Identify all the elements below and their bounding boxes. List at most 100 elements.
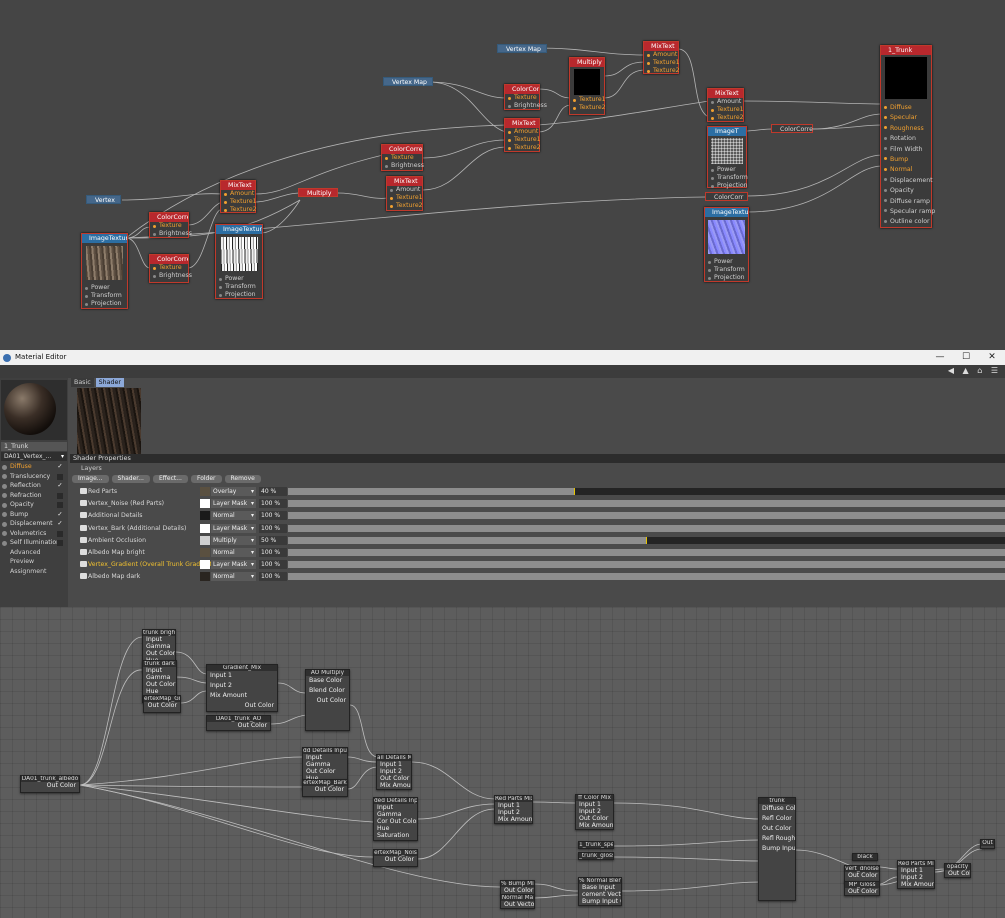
opacity-slider[interactable] bbox=[288, 549, 1005, 556]
port[interactable]: Brightness bbox=[382, 162, 424, 170]
node-port[interactable]: Refl Rough bbox=[759, 834, 795, 844]
mixtext-node-top[interactable]: MixText Amount Texture1 Texture2 bbox=[643, 41, 680, 75]
channel-checkbox[interactable] bbox=[57, 540, 63, 546]
imagetexture-node-mid[interactable]: ImageTexture Power Transform Projection bbox=[215, 224, 263, 299]
mixtext-node-d[interactable]: MixText Amount Texture1 Texture2 bbox=[386, 176, 423, 211]
node-port[interactable]: Gamma bbox=[303, 761, 347, 768]
port[interactable]: Opacity bbox=[881, 186, 931, 196]
vertex-map-node-1[interactable]: Vertex Map bbox=[497, 44, 547, 53]
node-trunk-main[interactable]: trunk Diffuse Col Refl Color Out Color Refl … bbox=[758, 797, 796, 901]
blend-mode-dropdown[interactable]: Layer Mask bbox=[211, 499, 256, 509]
node-bump-mix[interactable]: % Bump Mix Out Color bbox=[500, 880, 535, 895]
port[interactable]: Rotation bbox=[881, 134, 931, 144]
effect-button[interactable]: Effect... bbox=[152, 475, 188, 483]
layer-name[interactable]: Vertex_Noise (Red Parts) bbox=[88, 498, 164, 509]
port[interactable]: Texture2 bbox=[644, 67, 680, 75]
node-color-mix[interactable]: ff Color Mix Input 1 Input 2 Out Color Mix A… bbox=[575, 794, 614, 830]
port[interactable]: Power bbox=[216, 275, 262, 283]
port[interactable]: Brightness bbox=[150, 230, 192, 238]
node-port[interactable]: Out Color bbox=[374, 856, 417, 863]
remove-button[interactable]: Remove bbox=[224, 475, 261, 483]
opacity-slider[interactable] bbox=[288, 524, 1005, 532]
blend-mode-dropdown[interactable]: Layer Mask bbox=[211, 560, 256, 570]
colorcorre-node-a[interactable]: ColorCorre Texture Brightness bbox=[504, 84, 547, 110]
multiply-node-2[interactable]: Multiply bbox=[298, 188, 338, 197]
layer-swatch[interactable] bbox=[200, 523, 210, 533]
port[interactable]: Texture1 bbox=[221, 198, 257, 206]
port[interactable]: Texture bbox=[505, 94, 539, 102]
layer-row[interactable]: Albedo Map bright Normal100 % bbox=[78, 547, 1005, 558]
blend-mode-dropdown[interactable]: Layer Mask bbox=[211, 523, 256, 533]
blend-mode-dropdown[interactable]: Normal bbox=[211, 548, 256, 557]
node-vertex-bark[interactable]: ertexMap_Bark Out Color bbox=[302, 779, 348, 797]
channel-reflection[interactable]: Reflection ✓ bbox=[0, 481, 68, 491]
port[interactable]: Amount bbox=[644, 51, 678, 59]
layer-swatch[interactable] bbox=[200, 548, 210, 557]
node-port[interactable]: Out Color bbox=[845, 872, 879, 879]
opacity-field[interactable]: 100 % bbox=[259, 499, 287, 509]
node-port[interactable]: Out Color bbox=[759, 824, 795, 834]
layers-label[interactable]: Layers bbox=[72, 464, 102, 473]
port[interactable]: Projection bbox=[216, 291, 262, 299]
folder-button[interactable]: Folder bbox=[190, 475, 222, 483]
port[interactable]: Power bbox=[82, 284, 127, 292]
node-port[interactable]: Input bbox=[143, 667, 176, 674]
node-port[interactable]: Base Color bbox=[306, 676, 349, 686]
opacity-slider[interactable] bbox=[288, 573, 1005, 581]
material-name-field[interactable]: 1_Trunk bbox=[1, 442, 67, 451]
node-vertex-gradient[interactable]: ertexMap_GradOut Color bbox=[143, 695, 181, 713]
channel-translucency[interactable]: Translucency bbox=[0, 472, 68, 482]
node-port[interactable]: Input 2 bbox=[377, 768, 411, 775]
opacity-field[interactable]: 50 % bbox=[259, 535, 287, 545]
channel-checkbox[interactable]: ✓ bbox=[56, 519, 64, 529]
node-port[interactable]: Out Colo bbox=[945, 870, 970, 877]
mixtext-node-left[interactable]: MixText Amount Texture1 Texture2 bbox=[220, 180, 257, 213]
port[interactable]: Diffuse bbox=[881, 103, 931, 113]
node-details-mix[interactable]: ail Details Mi Input 1 Input 2 Out Color Mix… bbox=[376, 754, 412, 790]
node-port[interactable]: cement Vecto bbox=[579, 891, 621, 898]
mixtext-node-right[interactable]: MixText Amount Texture1 Texture2 bbox=[707, 88, 744, 122]
node-trunk-albedo[interactable]: DA01_trunk_albedo Out Color bbox=[20, 775, 80, 793]
imagetexture-node-normal[interactable]: ImageTexture Power Transform Projection bbox=[704, 207, 749, 282]
channel-refraction[interactable]: Refraction bbox=[0, 491, 68, 501]
layer-name[interactable]: Red Parts bbox=[88, 486, 117, 497]
blend-mode-dropdown[interactable]: Overlay bbox=[211, 487, 256, 496]
layer-swatch[interactable] bbox=[200, 535, 210, 545]
node-graph-bottom[interactable]: trunk brightInputGammaOut ColorHueSatura… bbox=[0, 607, 1005, 918]
port[interactable]: Power bbox=[705, 258, 748, 266]
node-port[interactable]: Input 2 bbox=[898, 874, 934, 881]
node-port[interactable]: Hue bbox=[143, 688, 176, 695]
node-ao-trunk[interactable]: DA01_trunk_AO Out Color bbox=[206, 715, 271, 731]
opacity-field[interactable]: 100 % bbox=[259, 523, 287, 533]
port[interactable]: Outline color bbox=[881, 217, 931, 227]
imagetexture-node-left[interactable]: ImageTexture Power Transform Projection bbox=[81, 233, 128, 309]
port[interactable]: Texture1 bbox=[505, 136, 541, 144]
layer-row[interactable]: Vertex_Gradient (Overall Trunk Gradient)… bbox=[78, 559, 1005, 570]
channel-volumetrics[interactable]: Volumetrics bbox=[0, 529, 68, 539]
port[interactable]: Brightness bbox=[150, 272, 192, 280]
node-port[interactable]: Gamma bbox=[143, 674, 176, 681]
layer-row[interactable]: Additional Details Normal100 % bbox=[78, 510, 1005, 521]
layer-swatch[interactable] bbox=[200, 511, 210, 521]
layer-name[interactable]: Albedo Map dark bbox=[88, 571, 140, 582]
layer-name[interactable]: Additional Details bbox=[88, 510, 142, 521]
node-port[interactable]: Input 2 bbox=[207, 681, 277, 691]
tab-basic[interactable]: Basic bbox=[71, 378, 94, 387]
node-port[interactable]: Out Color bbox=[303, 768, 347, 775]
opacity-field[interactable]: 100 % bbox=[259, 548, 287, 557]
node-port[interactable]: Saturation bbox=[374, 832, 417, 839]
node-port[interactable]: Input 2 bbox=[495, 809, 532, 816]
layer-row[interactable]: Albedo Map dark Normal100 % bbox=[78, 571, 1005, 582]
port[interactable]: Texture1 bbox=[644, 59, 680, 67]
port[interactable]: Projection bbox=[708, 182, 748, 190]
node-port[interactable]: Bump Input 0 bbox=[579, 898, 621, 905]
port[interactable]: Transform bbox=[705, 266, 748, 274]
port[interactable]: Amount bbox=[221, 190, 255, 198]
port[interactable]: Texture2 bbox=[505, 144, 541, 152]
layer-name[interactable]: Vertex_Bark (Additional Details) bbox=[88, 523, 186, 534]
port[interactable]: Projection bbox=[82, 300, 127, 308]
maximize-button[interactable]: ☐ bbox=[953, 350, 979, 365]
node-red-parts-mix[interactable]: Red Parts Mix Input 1 Input 2 Mix Amount bbox=[494, 795, 533, 824]
opacity-slider[interactable] bbox=[288, 488, 1005, 495]
node-port[interactable]: Blend Color bbox=[306, 686, 349, 696]
